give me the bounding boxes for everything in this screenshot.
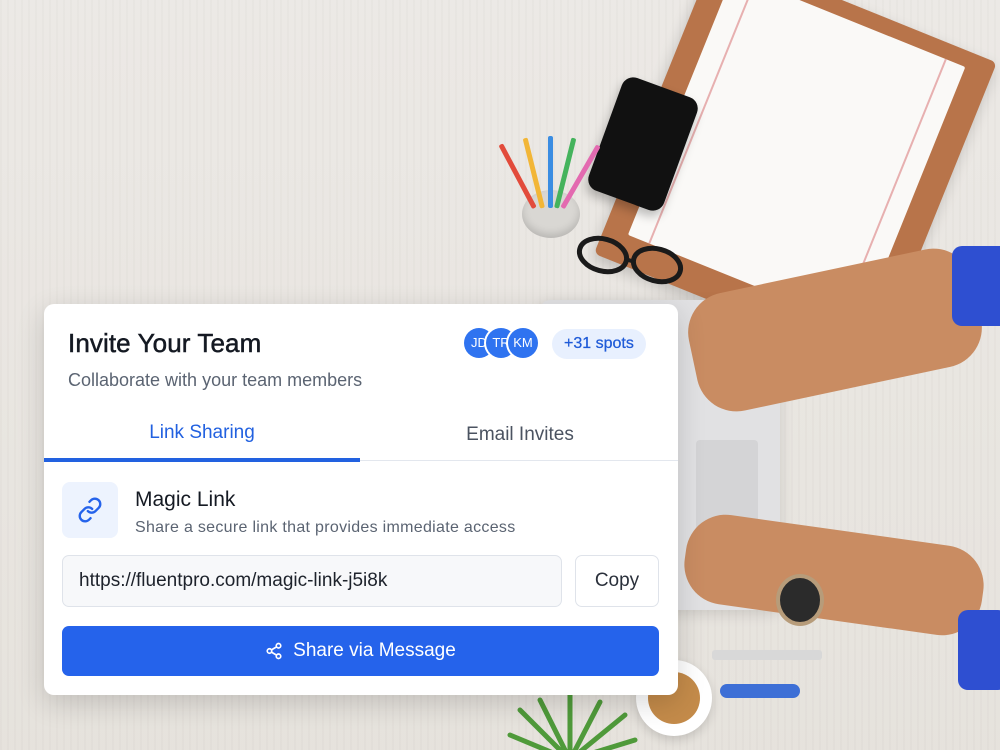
magic-link-title: Magic Link xyxy=(135,488,236,511)
card-title: Invite Your Team xyxy=(68,328,262,359)
glasses-image xyxy=(576,235,684,285)
copy-button[interactable]: Copy xyxy=(575,555,659,607)
tab-link-sharing[interactable]: Link Sharing xyxy=(44,414,360,462)
arm-lower-image xyxy=(679,509,989,641)
pen-image xyxy=(720,684,800,698)
card-subtitle: Collaborate with your team members xyxy=(68,370,363,390)
sleeve-lower-image xyxy=(958,610,1000,690)
tab-email-invites[interactable]: Email Invites xyxy=(362,414,678,460)
spots-badge: +31 spots xyxy=(552,329,646,359)
magic-link-description: Share a secure link that provides immedi… xyxy=(135,519,516,536)
plant-image xyxy=(507,692,638,750)
pencil-cup-image xyxy=(498,136,601,238)
share-icon xyxy=(265,642,283,660)
sleeve-upper-image xyxy=(952,246,1000,326)
utility-knife-image xyxy=(712,650,822,660)
avatar: KM xyxy=(508,328,538,358)
share-button-label: Share via Message xyxy=(293,640,456,661)
link-icon xyxy=(62,482,118,538)
tab-bar: Link Sharing Email Invites xyxy=(44,414,678,462)
share-via-message-button[interactable]: Share via Message xyxy=(62,626,659,676)
watch-image xyxy=(776,574,824,626)
invite-team-card: Invite Your Team Collaborate with your t… xyxy=(44,304,678,695)
magic-link-url-field[interactable] xyxy=(62,555,562,607)
